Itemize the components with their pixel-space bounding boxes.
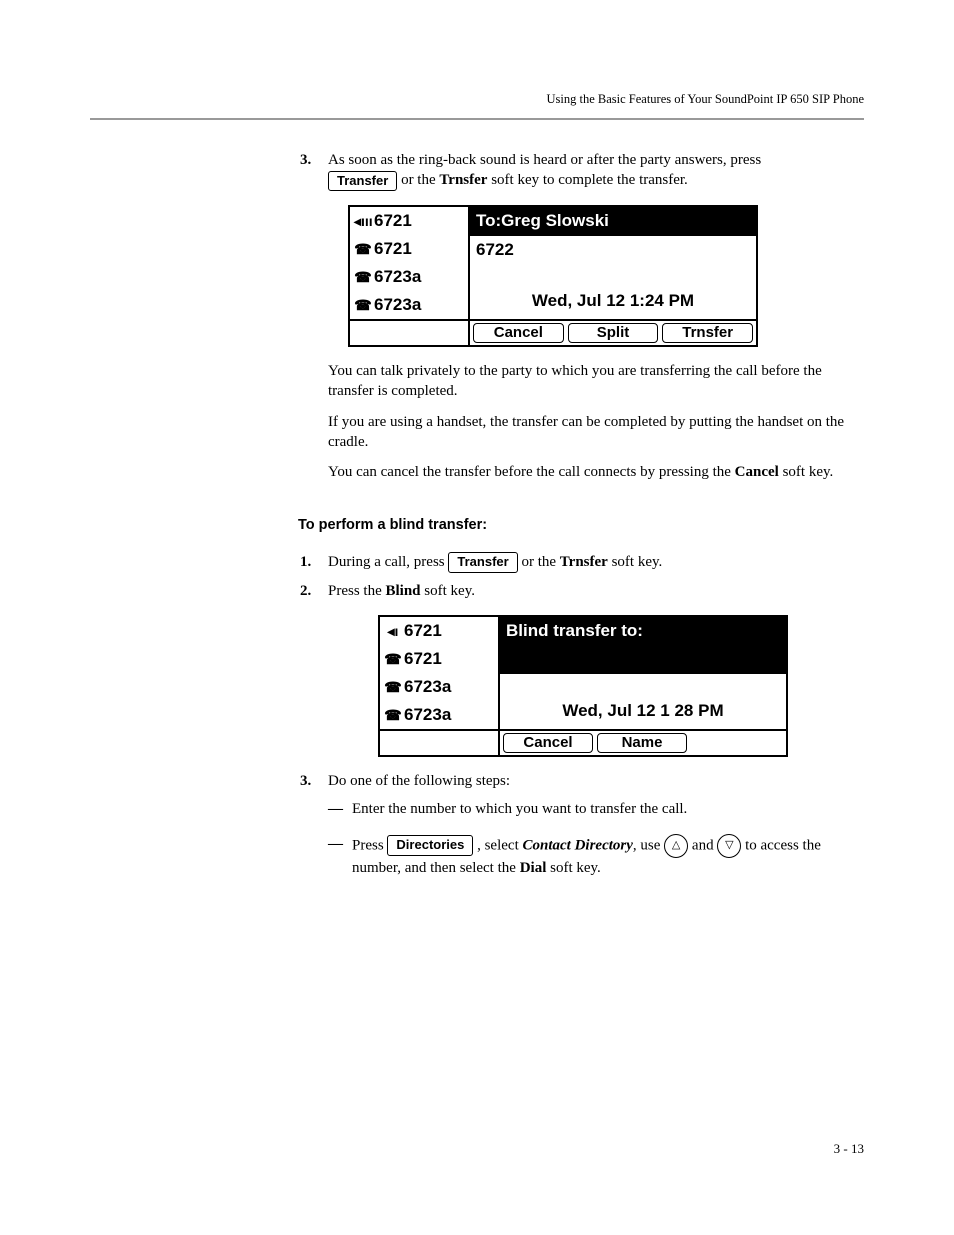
softkey-split: Split (568, 323, 659, 343)
softkey-trnsfer: Trnsfer (662, 323, 753, 343)
text: Press (352, 837, 387, 853)
screen-main: Blind transfer to: Wed, Jul 12 1 28 PM (500, 617, 786, 729)
line-key-1: ◂ı6721 (380, 617, 498, 645)
step-3: 3. As soon as the ring-back sound is hea… (300, 150, 864, 191)
paragraph: If you are using a handset, the transfer… (328, 412, 864, 453)
substep-body: Press Directories , select Contact Direc… (352, 834, 864, 878)
text: Do one of the following steps: (328, 773, 510, 789)
line-key-3: ☎6723a (380, 673, 498, 701)
phone-icon: ☎ (384, 650, 402, 669)
text: or the (401, 172, 439, 188)
line-key-2: ☎6721 (350, 235, 468, 263)
substep-body: Enter the number to which you want to tr… (352, 799, 687, 819)
phone-icon: ☎ (354, 296, 372, 315)
softkey-cancel: Cancel (503, 733, 593, 753)
softkey-name-sk: Name (597, 733, 687, 753)
directories-hardkey: Directories (387, 835, 473, 856)
line-label: 6721 (374, 238, 412, 261)
menu-item: Contact Directory (523, 837, 633, 853)
line-key-4: ☎6723a (350, 291, 468, 319)
softkey-name: Trnsfer (439, 172, 487, 188)
step-number: 3. (300, 150, 328, 191)
step-number: 2. (300, 581, 328, 601)
transfer-hardkey: Transfer (328, 171, 397, 192)
softkey-name: Trnsfer (560, 554, 608, 570)
blind-step-3: 3. Do one of the following steps: (300, 771, 864, 791)
line-label: 6723a (374, 294, 421, 317)
text: soft key. (421, 583, 475, 599)
screen-title-blank (500, 646, 786, 674)
softkey-name: Blind (386, 583, 421, 599)
softkey-name: Cancel (735, 464, 779, 480)
speaker-icon: ◂ııı (354, 212, 372, 231)
screen-datetime: Wed, Jul 12 1:24 PM (470, 286, 756, 319)
softkey-cancel: Cancel (473, 323, 564, 343)
softkey-name: Dial (520, 860, 547, 876)
phone-icon: ☎ (384, 706, 402, 725)
substep-b: — Press Directories , select Contact Dir… (328, 834, 864, 878)
softkey-row: Cancel Name (500, 731, 786, 755)
paragraph: You can cancel the transfer before the c… (328, 462, 864, 482)
transfer-hardkey: Transfer (448, 552, 517, 573)
step-body: Do one of the following steps: (328, 771, 864, 791)
text: soft key. (779, 464, 833, 480)
line-label: 6723a (404, 704, 451, 727)
line-label: 6723a (404, 676, 451, 699)
step-body: Press the Blind soft key. (328, 581, 864, 601)
step-body: As soon as the ring-back sound is heard … (328, 150, 864, 191)
screen-main: To:Greg Slowski 6722 Wed, Jul 12 1:24 PM (470, 207, 756, 319)
text: or the (521, 554, 559, 570)
line-key-1: ◂ııı6721 (350, 207, 468, 235)
line-label: 6721 (404, 620, 442, 643)
phone-icon: ☎ (354, 268, 372, 287)
text: Press the (328, 583, 386, 599)
up-arrow-key: △ (664, 834, 688, 858)
text: As soon as the ring-back sound is heard … (328, 152, 761, 168)
dash-bullet: — (328, 834, 352, 878)
text: and (692, 837, 717, 853)
blind-step-2: 2. Press the Blind soft key. (300, 581, 864, 601)
page-content: 3. As soon as the ring-back sound is hea… (300, 150, 864, 878)
step-number: 1. (300, 552, 328, 573)
line-key-4: ☎6723a (380, 701, 498, 729)
line-key-3: ☎6723a (350, 263, 468, 291)
screen-title: Blind transfer to: (500, 617, 786, 646)
text: soft key. (608, 554, 662, 570)
down-arrow-key: ▽ (717, 834, 741, 858)
phone-icon: ☎ (384, 678, 402, 697)
header-rule (90, 118, 864, 120)
phone-screen-1: ◂ııı6721 ☎6721 ☎6723a ☎6723a To:Greg Slo… (348, 205, 758, 347)
text: soft key to complete the transfer. (487, 172, 687, 188)
text: , select (477, 837, 522, 853)
line-label: 6723a (374, 266, 421, 289)
line-label: 6721 (374, 210, 412, 233)
section-heading: To perform a blind transfer: (298, 516, 864, 536)
line-label: 6721 (404, 648, 442, 671)
line-keys-column: ◂ııı6721 ☎6721 ☎6723a ☎6723a (350, 207, 470, 319)
screen-datetime: Wed, Jul 12 1 28 PM (500, 696, 786, 729)
phone-screen-2: ◂ı6721 ☎6721 ☎6723a ☎6723a Blind transfe… (378, 615, 788, 757)
softkey-row: Cancel Split Trnsfer (470, 321, 756, 345)
running-header: Using the Basic Features of Your SoundPo… (547, 92, 865, 107)
page-number: 3 - 13 (834, 1141, 864, 1157)
text: , use (633, 837, 664, 853)
step-body: During a call, press Transfer or the Trn… (328, 552, 864, 573)
screen-number: 6722 (470, 236, 756, 264)
speaker-icon: ◂ı (384, 622, 402, 641)
step-number: 3. (300, 771, 328, 791)
substep-a: — Enter the number to which you want to … (328, 799, 864, 819)
phone-icon: ☎ (354, 240, 372, 259)
paragraph: You can talk privately to the party to w… (328, 361, 864, 402)
blind-step-1: 1. During a call, press Transfer or the … (300, 552, 864, 573)
text: You can cancel the transfer before the c… (328, 464, 735, 480)
text: During a call, press (328, 554, 448, 570)
text: soft key. (546, 860, 600, 876)
dash-bullet: — (328, 799, 352, 819)
line-key-2: ☎6721 (380, 645, 498, 673)
line-keys-column: ◂ı6721 ☎6721 ☎6723a ☎6723a (380, 617, 500, 729)
screen-title: To:Greg Slowski (470, 207, 756, 236)
